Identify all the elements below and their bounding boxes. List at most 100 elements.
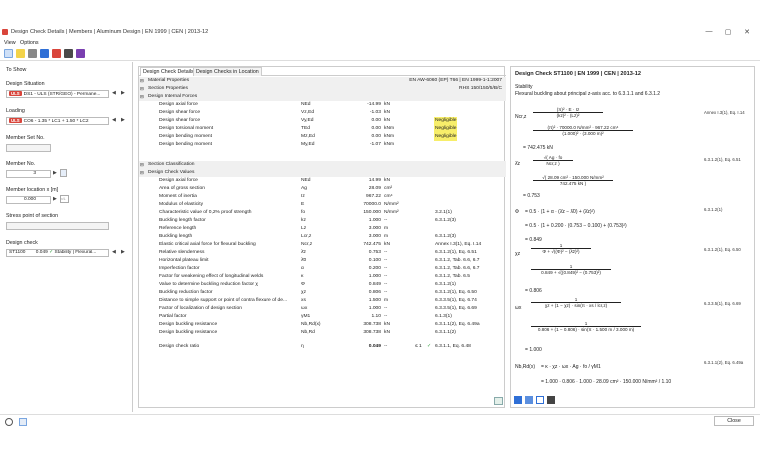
omega-reference: 6.3.3.5(1), Eq. 6.69	[704, 301, 741, 306]
list-icon[interactable]	[28, 49, 37, 58]
pick-member-icon[interactable]	[60, 169, 67, 177]
ncr-reference: Annex I.3(1), Eq. I.14	[704, 110, 745, 115]
row-unit: cm⁴	[384, 194, 393, 199]
tab-design-checks-in-location[interactable]: Design Checks in Location	[193, 67, 262, 76]
row-value: 1.10	[371, 314, 381, 319]
prev-check-icon[interactable]: ◀	[112, 249, 116, 255]
window-titlebar: Design Check Details | Members | Aluminu…	[0, 26, 760, 38]
formula-print-icon[interactable]	[547, 396, 555, 404]
omega-symbol: ωx	[515, 305, 522, 311]
app-icon	[2, 29, 8, 35]
formula-expand-icon[interactable]	[525, 396, 533, 404]
formula-view-icon[interactable]	[514, 396, 522, 404]
section-row-internal[interactable]: ⊟ Design Internal Forces	[139, 93, 506, 101]
ncr-result: = 742.475 kN	[523, 145, 553, 151]
units-icon[interactable]	[19, 418, 27, 426]
close-window-button[interactable]: ✕	[742, 28, 752, 36]
table-icon[interactable]	[40, 49, 49, 58]
member-value: 3	[33, 171, 36, 176]
row-value: 28.09	[368, 186, 381, 191]
search-icon[interactable]	[5, 418, 13, 426]
row-name: Design shear force	[159, 118, 201, 123]
chi-formula: 1Φ + √((Φ)² − (λ̄z)²)	[531, 243, 591, 254]
row-value: -1.07	[369, 142, 381, 147]
expand-icon[interactable]: ⊟	[140, 169, 144, 177]
row-value: 0.100	[368, 258, 381, 263]
select-tool-icon[interactable]	[4, 49, 13, 58]
row-name: Factor of localization of design section	[159, 306, 242, 311]
row-unit: kN	[384, 178, 390, 183]
table-row: Reference length Lz 3.000 m	[139, 225, 506, 233]
lambda-substituted: √( 28.09 cm² · 150.000 N/mm² 742.475 kN )	[533, 175, 613, 186]
row-name: Design axial force	[159, 102, 198, 107]
filter-icon[interactable]	[16, 49, 25, 58]
section-row-values[interactable]: ⊟ Design Check Values	[139, 169, 506, 177]
row-value: -14.99	[367, 102, 381, 107]
row-symbol: γM1	[301, 314, 311, 319]
row-value: 1.000	[368, 218, 381, 223]
stress-point-select[interactable]	[6, 222, 109, 230]
row-unit: --	[384, 258, 388, 263]
row-value: 1.000	[368, 306, 381, 311]
design-check-label: Design check	[6, 240, 38, 246]
expand-icon[interactable]: ⊟	[140, 85, 144, 93]
row-reference: 6.1.3(1)	[435, 314, 452, 319]
section-row-material[interactable]: ⊟ Material Properties EN AW-6060 (EP) T66 …	[139, 77, 506, 85]
location-options-icon[interactable]: x/L	[60, 195, 69, 203]
member-set-select[interactable]	[6, 144, 51, 152]
menu-options[interactable]: Options	[20, 40, 39, 46]
design-situation-select[interactable]: ULS DS1 - ULS (STR/GEO) - Permane...	[6, 90, 109, 98]
next-loading-icon[interactable]: ▶	[121, 117, 125, 123]
row-symbol: λ̄z	[301, 250, 306, 255]
location-select[interactable]: 0.000	[6, 196, 51, 204]
table-row: Partial factor γM1 1.10 -- 6.1.3(1)	[139, 313, 506, 321]
model-view-icon[interactable]	[76, 49, 85, 58]
expand-icon[interactable]: ⊟	[140, 77, 144, 85]
row-symbol: Nb,Rd	[301, 330, 315, 335]
table-settings-icon[interactable]	[494, 397, 503, 405]
nb-substituted: = 1.000 · 0.806 · 1.000 · 28.09 cm² · 15…	[541, 379, 672, 385]
negligible-badge: Negligible	[434, 117, 458, 125]
next-situation-icon[interactable]: ▶	[121, 90, 125, 96]
row-unit: --	[384, 274, 388, 279]
row-unit: m	[384, 298, 389, 303]
formula-description: Flexural buckling about principal z-axis…	[515, 91, 661, 97]
restore-button[interactable]: ▢	[723, 28, 733, 36]
ratio-reference: 6.3.1.1, Eq. 6.48	[435, 344, 471, 349]
row-name: Distance to simple support or point of c…	[159, 298, 288, 303]
section-row-classification[interactable]: ⊟ Section Classification	[139, 161, 506, 169]
next-location-icon[interactable]: ▶	[53, 196, 57, 202]
ratio-name: Design check ratio	[159, 344, 200, 349]
next-member-icon[interactable]: ▶	[53, 170, 57, 176]
section-row-section[interactable]: ⊟ Section Properties RHS 150/150/5/B/C	[139, 85, 506, 93]
row-symbol: fo	[301, 210, 306, 215]
minimize-button[interactable]: —	[704, 28, 714, 35]
check-ok-icon: ✓	[427, 344, 432, 349]
uls-tag: ULS	[9, 91, 22, 96]
section-value: RHS 150/150/5/B/C	[459, 86, 502, 91]
table-row: Buckling length factor kz 1.000 -- 6.3.1.2(3…	[139, 217, 506, 225]
table-row: Design shear force Vy,Ed 0.00 kN Negligible	[139, 117, 506, 125]
expand-icon[interactable]: ⊟	[140, 93, 144, 101]
next-check-icon[interactable]: ▶	[121, 249, 125, 255]
formula-export-icon[interactable]	[536, 396, 544, 404]
formula-subtitle: Stability	[515, 84, 533, 90]
close-button[interactable]: Close	[714, 416, 754, 426]
design-situation-label: Design Situation	[6, 81, 45, 87]
tab-design-check-details[interactable]: Design Check Details	[140, 67, 197, 76]
row-unit: kN	[384, 322, 390, 327]
row-name: Buckling reduction factor	[159, 290, 213, 295]
lambda-result: = 0.753	[523, 193, 540, 199]
table-row: Design bending moment My,Ed -1.07 kNm	[139, 141, 506, 149]
export-icon[interactable]	[52, 49, 61, 58]
row-symbol: κ	[301, 274, 304, 279]
expand-icon[interactable]: ⊟	[140, 161, 144, 169]
prev-situation-icon[interactable]: ◀	[112, 90, 116, 96]
print-icon[interactable]	[64, 49, 73, 58]
menu-view[interactable]: View	[4, 40, 16, 46]
member-select[interactable]: 3	[6, 170, 51, 178]
loading-select[interactable]: ULS CO6 - 1.35 * LC1 + 1.50 * LC2	[6, 117, 109, 125]
design-check-select[interactable]: ST1100 0.049 ✓ Stability | Flexural...	[6, 249, 109, 257]
prev-loading-icon[interactable]: ◀	[112, 117, 116, 123]
row-name: Modulus of elasticity	[159, 202, 204, 207]
